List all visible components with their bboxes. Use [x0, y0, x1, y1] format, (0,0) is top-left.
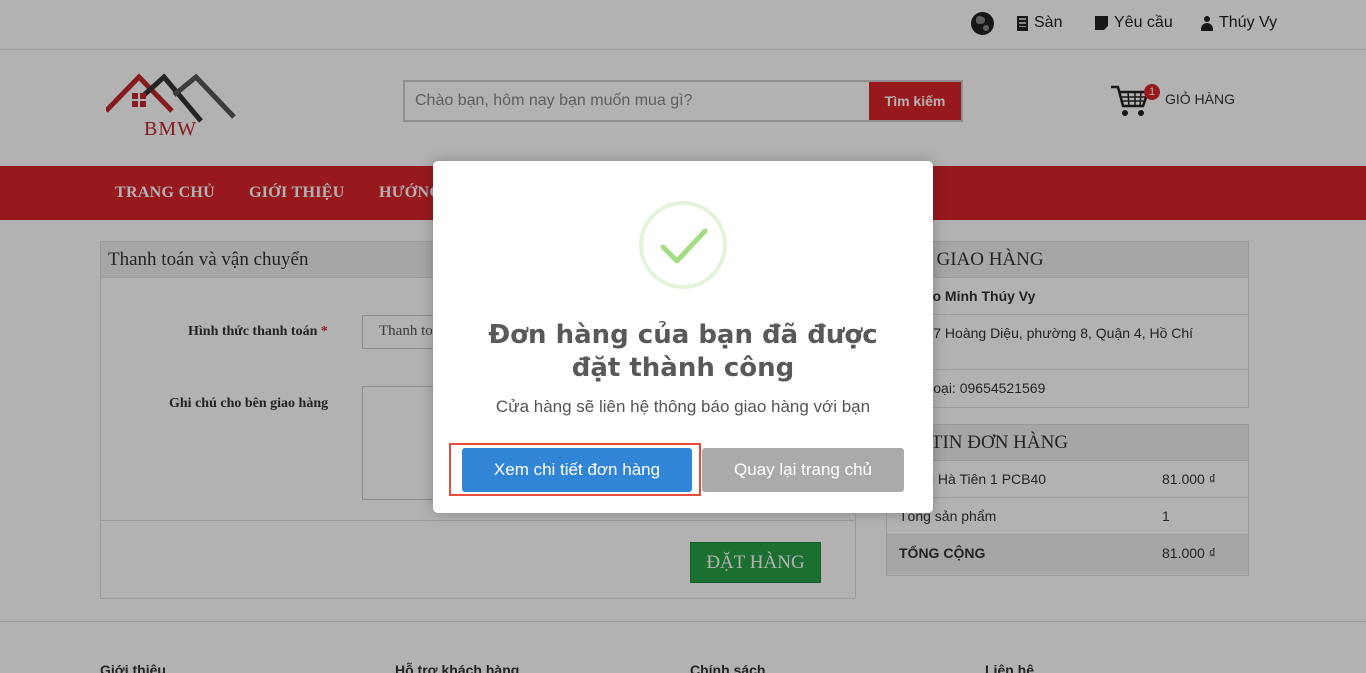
- check-icon: [660, 228, 708, 264]
- order-success-dialog: Đơn hàng của bạn đã được đặt thành công …: [433, 161, 933, 513]
- dialog-title: Đơn hàng của bạn đã được đặt thành công: [488, 320, 878, 383]
- dialog-message: Cửa hàng sẽ liên hệ thông báo giao hàng …: [495, 397, 871, 416]
- success-ring: [639, 201, 727, 289]
- view-order-details-button[interactable]: Xem chi tiết đơn hàng: [462, 448, 692, 492]
- back-to-home-button[interactable]: Quay lại trang chủ: [702, 448, 904, 492]
